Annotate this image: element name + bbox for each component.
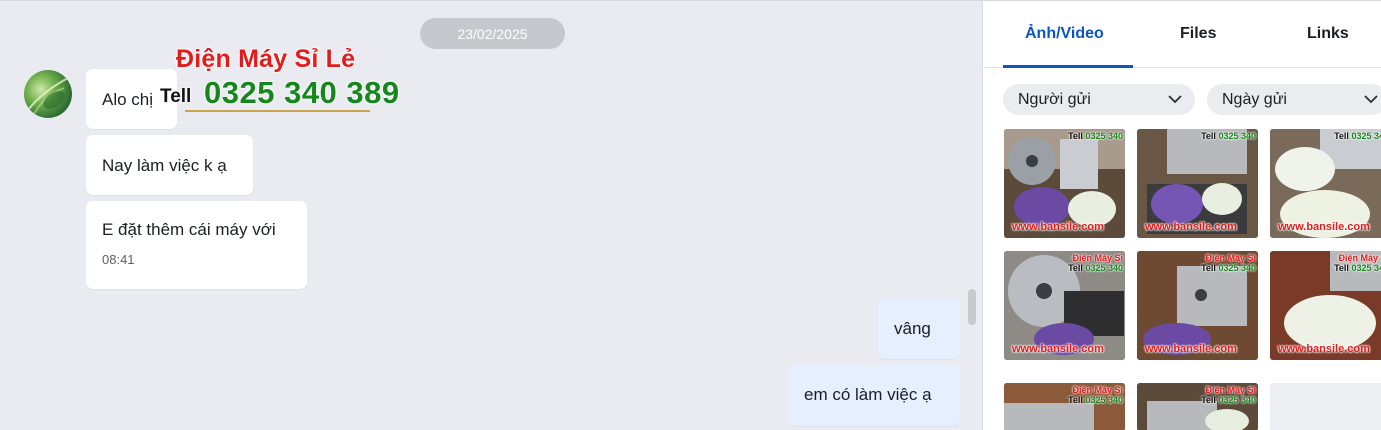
media-thumbnail[interactable]: Điện Máy Sỉ Tell 0325 340 [1137, 383, 1258, 430]
thumbnail-watermark: Điện Máy SỉTell 0325 340 [1201, 385, 1256, 405]
chat-pane[interactable]: 23/02/2025 Alo chị Nay làm việc k ạ E đặ… [0, 0, 982, 430]
media-thumbnail[interactable]: Điện Máy SỉTell 0325 340 www.bansile.com [1004, 251, 1125, 360]
media-thumbnail[interactable]: Điện Máy SỉTell 0325 340 www.bansile.com [1137, 251, 1258, 360]
media-thumbnail[interactable]: Tell 0325 340 www.bansile.com [1004, 129, 1125, 238]
thumbnail-watermark-url: www.bansile.com [1145, 221, 1237, 233]
date-separator: 23/02/2025 [420, 18, 565, 49]
active-tab-indicator [1003, 65, 1133, 68]
message-text: Nay làm việc k ạ [102, 156, 227, 175]
message-text: Alo chị [102, 90, 154, 109]
date-filter-dropdown[interactable]: Ngày gửi [1207, 84, 1381, 115]
thumbnail-watermark: Tell 0325 340 [1068, 131, 1123, 141]
thumbnail-watermark: Tell 0325 340 [1201, 131, 1256, 141]
media-tabs: Ảnh/Video Files Links [983, 1, 1381, 68]
watermark-phone: 0325 340 389 [204, 75, 400, 110]
thumbnail-watermark: Điện Máy SỉTell 0325 340 [1334, 253, 1381, 273]
thumbnail-watermark: Điện Máy SỉTell 0325 340 [1201, 253, 1256, 273]
sender-filter-label: Người gửi [1018, 91, 1091, 108]
thumbnail-watermark-url: www.bansile.com [1278, 343, 1370, 355]
tab-files[interactable]: Files [1180, 25, 1216, 43]
message-text: vâng [894, 319, 931, 338]
media-thumbnail[interactable]: Tell 0325 340 www.bansile.com [1137, 129, 1258, 238]
media-thumbnail[interactable]: Điện Máy SỉTell 0325 340 www.bansile.com [1270, 251, 1381, 360]
media-panel: Ảnh/Video Files Links Người gửi Ngày gửi [982, 0, 1381, 430]
thumbnail-watermark-url: www.bansile.com [1012, 343, 1104, 355]
outgoing-message[interactable]: em có làm việc ạ [788, 365, 960, 426]
thumbnail-watermark-url: www.bansile.com [1012, 221, 1104, 233]
tab-photos-videos[interactable]: Ảnh/Video [1025, 25, 1104, 43]
chat-scrollbar-thumb[interactable] [968, 289, 976, 325]
media-thumbnail[interactable]: Điện Máy Sỉ Tell 0325 340 [1004, 383, 1125, 430]
chevron-down-icon [1364, 95, 1378, 104]
sender-filter-dropdown[interactable]: Người gửi [1003, 84, 1195, 115]
date-filter-label: Ngày gửi [1222, 91, 1287, 108]
thumbnail-watermark: Tell 0325 340 [1334, 131, 1381, 141]
thumbnail-watermark: Điện Máy SỉTell 0325 340 [1068, 253, 1123, 273]
tab-links[interactable]: Links [1307, 25, 1349, 43]
chevron-down-icon [1168, 95, 1182, 104]
thumbnail-watermark-url: www.bansile.com [1278, 221, 1370, 233]
incoming-message[interactable]: Nay làm việc k ạ [86, 135, 253, 195]
thumbnail-watermark-url: www.bansile.com [1145, 343, 1237, 355]
contact-avatar[interactable] [24, 70, 72, 118]
outgoing-message[interactable]: vâng [878, 298, 960, 359]
media-thumbnail[interactable]: Tell 0325 340 www.bansile.com [1270, 129, 1381, 238]
message-text: E đặt thêm cái máy với [102, 220, 276, 239]
thumbnail-watermark: Điện Máy SỉTell 0325 340 [1068, 385, 1123, 405]
watermark-brand: Điện Máy Sỉ Lẻ [176, 45, 356, 73]
incoming-message[interactable]: E đặt thêm cái máy với 08:41 [86, 201, 307, 289]
watermark-tell-label: Tell [160, 86, 192, 107]
zalo-chat-window: 23/02/2025 Alo chị Nay làm việc k ạ E đặ… [0, 0, 1381, 430]
media-thumbnail-placeholder[interactable] [1270, 383, 1381, 430]
message-text: em có làm việc ạ [804, 385, 932, 404]
message-time: 08:41 [102, 252, 135, 267]
